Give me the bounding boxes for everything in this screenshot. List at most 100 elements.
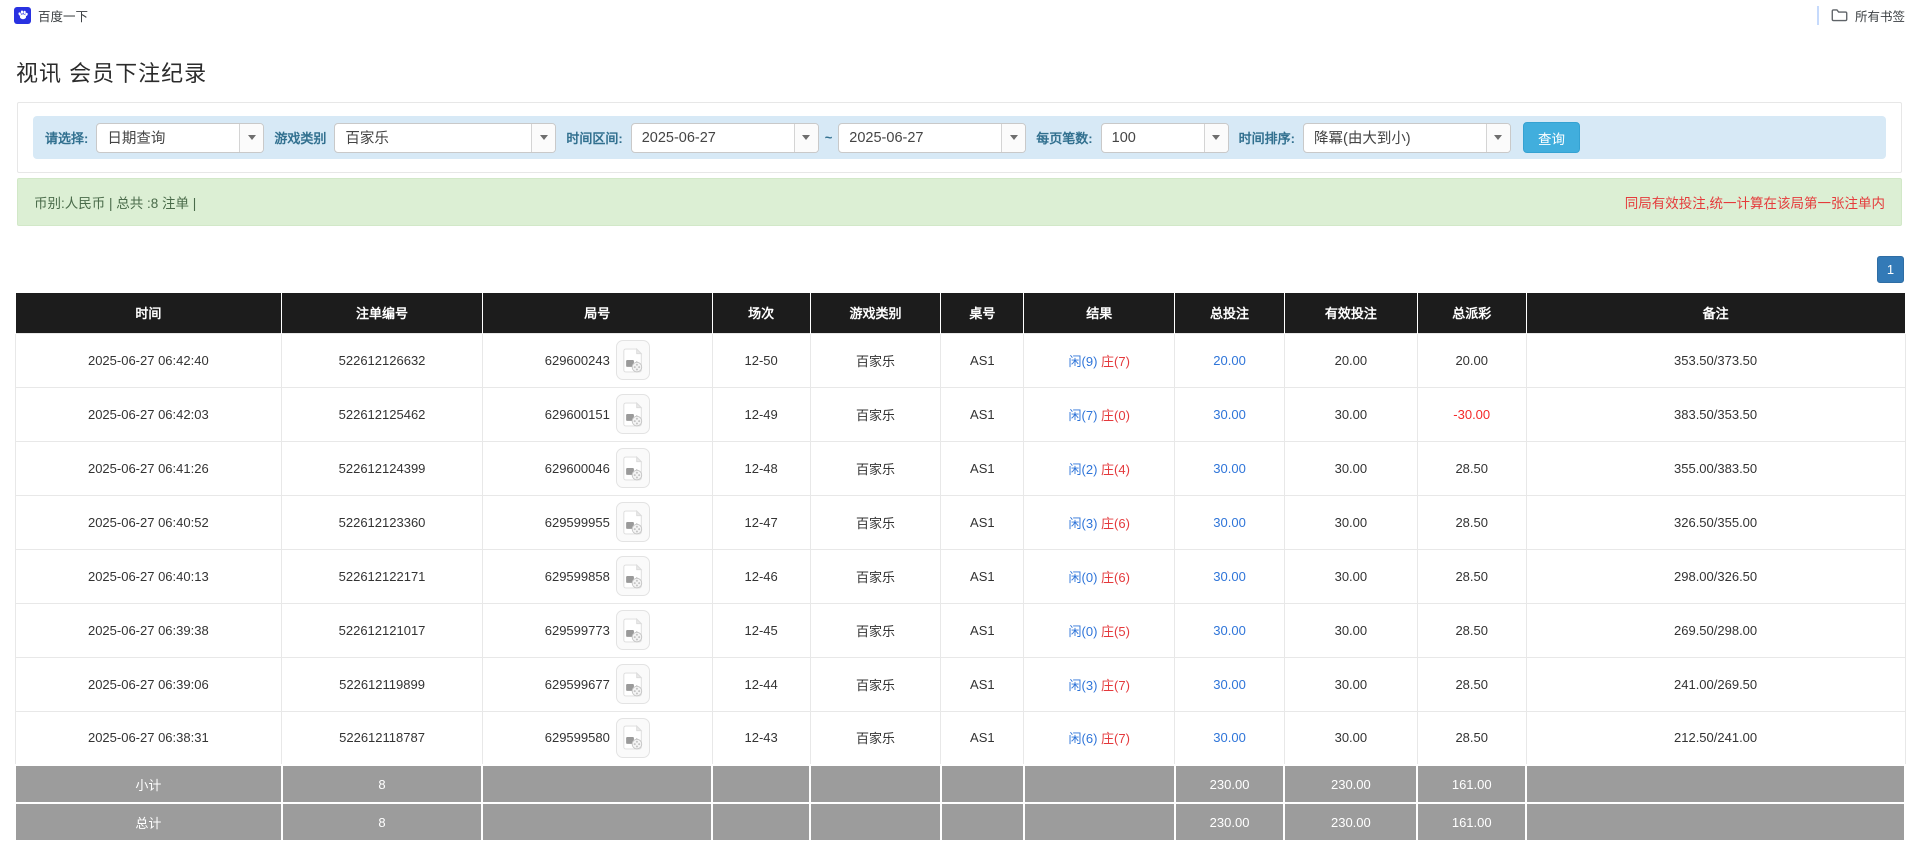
cell-game-type: 百家乐 [809, 386, 942, 442]
cell-time: 2025-06-27 06:41:26 [14, 440, 283, 496]
video-replay-button[interactable] [615, 610, 650, 650]
cell-result: 闲(7) 庄(0) [1023, 386, 1176, 442]
film-icon [623, 347, 643, 372]
cell-result: 闲(3) 庄(6) [1023, 494, 1176, 550]
cell-valid-bet: 30.00 [1283, 386, 1418, 442]
game-type-dropdown-arrow-icon[interactable] [531, 123, 556, 152]
cell-session: 12-49 [711, 386, 811, 442]
result-player: 闲(0) [1068, 569, 1098, 585]
cell-bet-id: 522612125462 [281, 386, 483, 442]
pagination: 1 [15, 256, 1904, 283]
header-cell: 时间 [14, 293, 283, 333]
header-cell: 总投注 [1174, 293, 1285, 333]
date-to-combo[interactable]: 2025-06-27 [838, 122, 1027, 153]
payout-value: 28.50 [1455, 730, 1488, 746]
header-cell: 结果 [1023, 293, 1176, 333]
cell-valid-bet: 30.00 [1283, 602, 1418, 658]
summary-text: 币别:人民币 | 总共 :8 注单 | [34, 196, 197, 211]
cell-note: 269.50/298.00 [1525, 602, 1906, 658]
all-bookmarks[interactable]: 所有书签 [1831, 6, 1905, 25]
sort-order-combo[interactable]: 降冪(由大到小) [1302, 122, 1511, 153]
cell-valid-bet: 20.00 [1283, 332, 1418, 388]
cell-game-type: 百家乐 [809, 548, 942, 604]
result-player: 闲(6) [1068, 731, 1098, 747]
round-id: 629599858 [544, 568, 610, 584]
cell-game-type: 百家乐 [809, 494, 942, 550]
sort-order-dropdown-arrow-icon[interactable] [1485, 123, 1510, 152]
date-from-dropdown-arrow-icon[interactable] [793, 123, 818, 152]
cell-time: 2025-06-27 06:42:03 [14, 386, 283, 442]
total-bet-link[interactable]: 30.00 [1213, 730, 1246, 745]
cell-note: 383.50/353.50 [1525, 386, 1906, 442]
footer-count: 8 [280, 802, 484, 842]
filter-bar: 请选择: 日期查询 游戏类别 百家乐 时间区间: 2025-06-27 ~ 20… [33, 116, 1886, 159]
round-id: 629599677 [544, 676, 610, 692]
table-row: 2025-06-27 06:39:38 522612121017 6295997… [14, 602, 1906, 658]
filter-label-sort: 时间排序: [1238, 131, 1295, 146]
footer-valid-bet: 230.00 [1283, 764, 1419, 804]
query-button[interactable]: 查询 [1522, 122, 1580, 153]
baidu-bookmark[interactable]: 百度一下 [14, 6, 88, 25]
select-type-dropdown-arrow-icon[interactable] [239, 123, 264, 152]
total-bet-link[interactable]: 30.00 [1213, 677, 1246, 692]
page-button-1[interactable]: 1 [1877, 256, 1904, 283]
video-replay-button[interactable] [615, 340, 650, 380]
round-id: 629600151 [544, 406, 610, 422]
video-replay-button[interactable] [615, 556, 650, 596]
date-from-value: 2025-06-27 [641, 129, 716, 146]
cell-result: 闲(0) 庄(6) [1023, 548, 1176, 604]
cell-table-id: AS1 [940, 440, 1025, 496]
video-replay-button[interactable] [615, 448, 650, 488]
total-row: 总计 8 230.00 230.00 161.00 [14, 802, 1906, 842]
select-type-value: 日期查询 [107, 131, 166, 147]
cell-game-type: 百家乐 [809, 602, 942, 658]
header-cell: 局号 [481, 293, 713, 333]
video-replay-button[interactable] [615, 394, 650, 434]
table-row: 2025-06-27 06:40:52 522612123360 6295999… [14, 494, 1906, 550]
film-icon [623, 455, 643, 480]
cell-valid-bet: 30.00 [1283, 710, 1418, 766]
film-icon [623, 671, 643, 696]
result-player: 闲(3) [1068, 677, 1098, 693]
payout-value: -30.00 [1453, 406, 1491, 422]
cell-session: 12-46 [711, 548, 811, 604]
footer-label: 总计 [14, 802, 283, 842]
cell-valid-bet: 30.00 [1283, 494, 1418, 550]
date-to-dropdown-arrow-icon[interactable] [1001, 123, 1026, 152]
cell-result: 闲(9) 庄(7) [1023, 332, 1176, 388]
total-bet-link[interactable]: 30.00 [1213, 407, 1246, 422]
total-bet-link[interactable]: 30.00 [1213, 623, 1246, 638]
total-bet-link[interactable]: 30.00 [1213, 569, 1246, 584]
cell-round: 629600046 [481, 440, 713, 496]
result-player: 闲(0) [1068, 623, 1098, 639]
cell-bet-id: 522612124399 [281, 440, 483, 496]
bookmarks-bar: 百度一下 所有书签 [0, 0, 1919, 30]
total-bet-link[interactable]: 30.00 [1213, 461, 1246, 476]
all-bookmarks-label: 所有书签 [1854, 9, 1905, 24]
game-type-combo[interactable]: 百家乐 [334, 122, 557, 153]
cell-table-id: AS1 [940, 386, 1025, 442]
date-from-combo[interactable]: 2025-06-27 [630, 122, 819, 153]
video-replay-button[interactable] [615, 717, 650, 758]
cell-payout: 28.50 [1416, 494, 1527, 550]
footer-total-payout: 161.00 [1416, 802, 1528, 842]
filter-label-page-size: 每页笔数: [1036, 131, 1093, 146]
cell-total-bet: 30.00 [1174, 494, 1285, 550]
cell-payout: 28.50 [1416, 440, 1527, 496]
cell-round: 629599955 [481, 494, 713, 550]
result-banker: 庄(5) [1101, 623, 1130, 639]
page-size-combo[interactable]: 100 [1100, 122, 1229, 153]
total-bet-link[interactable]: 30.00 [1213, 515, 1246, 530]
date-range-separator: ~ [824, 130, 833, 145]
total-bet-link[interactable]: 20.00 [1213, 353, 1246, 368]
baidu-paw-icon [14, 6, 31, 24]
select-type-combo[interactable]: 日期查询 [96, 122, 265, 153]
cell-game-type: 百家乐 [809, 440, 942, 496]
table-body: 2025-06-27 06:42:40 522612126632 6296002… [14, 332, 1906, 766]
page-size-dropdown-arrow-icon[interactable] [1203, 123, 1228, 152]
round-id: 629599955 [544, 514, 610, 530]
cell-table-id: AS1 [940, 548, 1025, 604]
payout-value: 28.50 [1455, 622, 1488, 638]
video-replay-button[interactable] [615, 502, 650, 542]
video-replay-button[interactable] [615, 664, 650, 704]
